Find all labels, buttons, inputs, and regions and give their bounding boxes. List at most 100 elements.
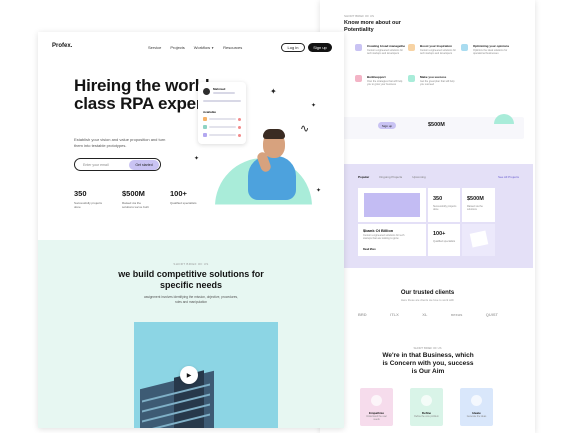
feature-icon: [461, 44, 468, 51]
stat-item: 350 Successfully projects done: [74, 189, 104, 209]
process-card-define: Define Define the core problem: [410, 388, 443, 426]
feature-name: Boost your Inspiration: [420, 44, 453, 48]
task-icon: [203, 133, 207, 137]
client-logos: BRD iTLX XL nexus QUIST: [358, 312, 498, 317]
video-thumbnail[interactable]: [134, 322, 278, 428]
landing-page-left: Profex. Service Projects Workflow▼ Resou…: [38, 32, 344, 428]
feature-desc: Custom engineered solutions for tech sta…: [420, 49, 456, 56]
nav-item-resources[interactable]: Resources: [223, 45, 242, 50]
tab-popular[interactable]: Popular: [358, 175, 369, 179]
signup-button[interactable]: Sign up: [308, 43, 332, 52]
stat-card: $500M Raised via the solutions: [462, 188, 495, 222]
sparkle-icon: ✦: [194, 156, 200, 162]
ideate-icon: [471, 395, 482, 406]
feature-icon: [408, 75, 415, 82]
feature-name: Buildsupport: [367, 75, 386, 79]
sparkle-icon: ✦: [311, 103, 317, 109]
task-row: [203, 116, 241, 122]
section-description: assignment involves identifying the miss…: [144, 295, 238, 304]
nav-item-projects[interactable]: Projects: [170, 45, 184, 50]
stat-value: 350: [74, 189, 87, 198]
brand-logo[interactable]: Profex.: [52, 43, 72, 49]
stat-value: 100+: [170, 189, 187, 198]
banner-value: $500M: [428, 122, 445, 128]
client-logo: QUIST: [485, 312, 498, 317]
close-icon[interactable]: [238, 133, 241, 137]
read-more-link[interactable]: Read More: [363, 248, 376, 251]
see-all-projects-link[interactable]: See All Projects: [498, 175, 519, 179]
stat-card-value: 100+: [433, 231, 446, 237]
stat-item: 100+ Qualified specialists: [170, 189, 200, 209]
client-logo: XL: [422, 312, 428, 317]
feature-name: Creating broad managethe: [367, 44, 406, 48]
section-title: Know more about our Potentiality: [344, 20, 401, 33]
section-kicker: SHORT BRIEF OF US: [344, 14, 375, 18]
feature-desc: Get the great plan that will help you su…: [420, 80, 455, 87]
close-icon[interactable]: [238, 117, 241, 121]
section-kicker: SHORT BRIEF OF US: [173, 262, 209, 266]
process-card-empathize: Empathize Understand the user needs: [360, 388, 393, 426]
feature-desc: Own the strategies that will help you to…: [367, 80, 403, 87]
email-input[interactable]: Enter your email: [83, 163, 108, 167]
chevron-down-icon: ▼: [211, 46, 215, 50]
sparkle-icon: ✦: [316, 188, 322, 194]
aim-kicker: SHORT BRIEF OF US: [413, 346, 442, 350]
feature-icon: [355, 75, 362, 82]
process-card-name: Empathize: [368, 411, 384, 415]
play-icon[interactable]: ▶: [180, 366, 198, 384]
profile-card: Mahmud Available: [198, 82, 246, 144]
top-nav: Profex. Service Projects Workflow▼ Resou…: [38, 32, 344, 62]
feature-name: Make you success: [420, 75, 447, 79]
tab-ongoing[interactable]: Ongoing Projects: [379, 175, 402, 179]
stat-card-label: Raised via the solutions: [467, 205, 483, 212]
task-row: [203, 124, 241, 130]
stat-item: $500M Raised via the solutions we've bui…: [122, 189, 152, 209]
project-image-card[interactable]: [358, 188, 426, 222]
clients-title: Our trusted clients: [400, 290, 455, 296]
featured-project-desc: Custom engineered solutions for tech sta…: [363, 234, 405, 241]
scribble-icon: ∿: [300, 123, 310, 135]
avatar: [203, 88, 210, 95]
stat-card-label: Successfully projects done: [433, 205, 457, 212]
project-image-card[interactable]: [462, 224, 495, 256]
featured-project-card[interactable]: $bank OI Billion Custom engineered solut…: [358, 224, 426, 256]
login-button[interactable]: Log in: [281, 43, 305, 52]
process-card-name: Define: [421, 411, 432, 415]
person-hair: [263, 129, 285, 139]
process-card-desc: Define the core problem: [414, 416, 439, 418]
placeholder-line: [213, 92, 235, 94]
hero-stats: 350 Successfully projects done $500M Rai…: [74, 189, 200, 209]
feature-desc: Custom engineered solutions for tech sta…: [367, 49, 403, 56]
get-started-button[interactable]: Get started: [129, 160, 159, 170]
clients-subtitle: Here these are clients we love to work w…: [400, 298, 454, 302]
task-icon: [203, 125, 207, 129]
stat-card: 350 Successfully projects done: [428, 188, 460, 222]
stat-card-value: $500M: [467, 196, 484, 202]
close-icon[interactable]: [238, 125, 241, 129]
tab-upcoming[interactable]: Upcoming: [412, 175, 426, 179]
solutions-section: SHORT BRIEF OF US we build competitive s…: [38, 240, 344, 428]
task-bar: [209, 134, 236, 136]
task-row: [203, 132, 241, 138]
stat-value: $500M: [122, 189, 145, 198]
person-illustration: [248, 156, 296, 200]
featured-project-title: $bank OI Billion: [363, 228, 394, 233]
stat-card: 100+ Qualified specialists: [428, 224, 460, 256]
profile-status-label: Available: [203, 110, 217, 114]
stat-card-label: Qualified specialists: [433, 240, 456, 243]
projects-grid: 350 Successfully projects done $500M Rai…: [358, 188, 510, 256]
define-icon: [421, 395, 432, 406]
profile-name: Mahmud: [213, 87, 226, 91]
stat-label: Raised via the solutions we've built: [122, 201, 149, 209]
laptop-illustration: [364, 193, 420, 217]
nav-links: Service Projects Workflow▼ Resources: [148, 45, 242, 50]
nav-item-workflow[interactable]: Workflow▼: [194, 45, 214, 50]
nav-item-service[interactable]: Service: [148, 45, 161, 50]
projects-section: Popular Ongoing Projects Upcoming See Al…: [342, 164, 533, 268]
mint-arc-decoration: [494, 114, 514, 124]
task-bar: [209, 118, 236, 120]
stat-label: Successfully projects done: [74, 201, 103, 209]
banner-signup-button[interactable]: Sign up: [378, 122, 396, 129]
sparkle-icon: ✦: [270, 87, 277, 96]
feature-icon: [355, 44, 362, 51]
